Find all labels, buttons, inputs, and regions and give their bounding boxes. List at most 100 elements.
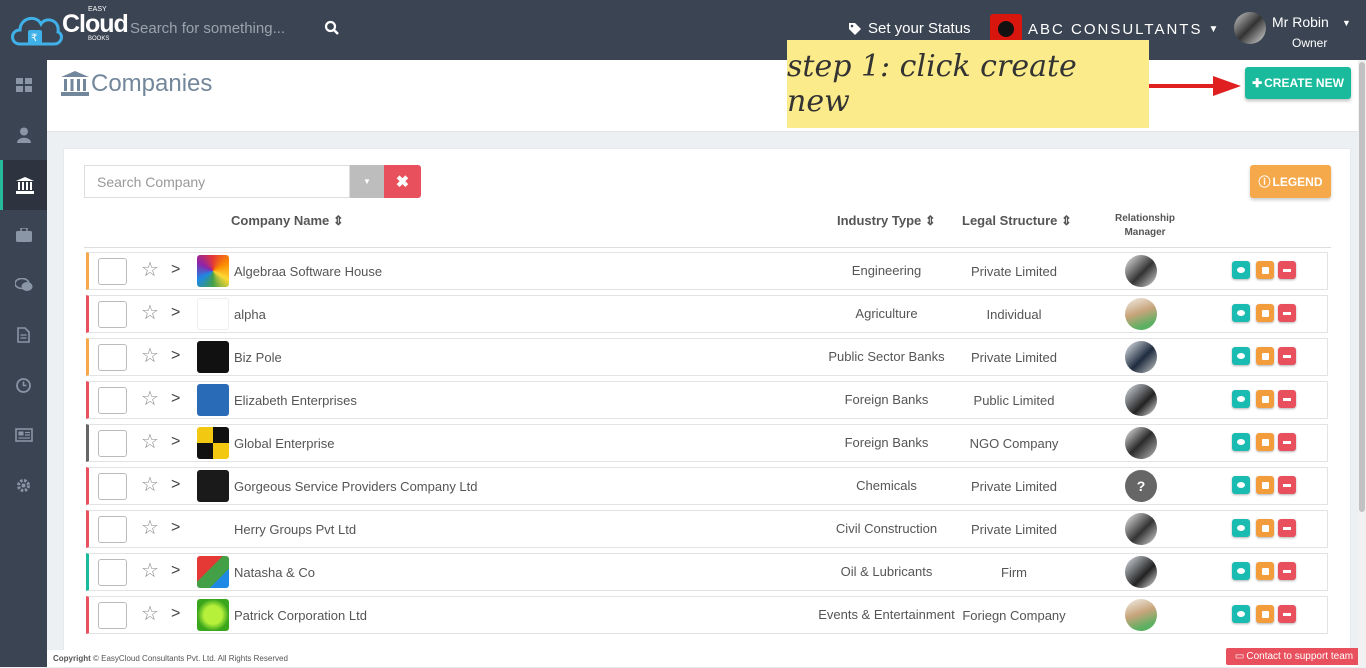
delete-button[interactable] — [1278, 605, 1296, 623]
expand-chevron-icon[interactable]: > — [171, 605, 180, 623]
scrollbar-thumb[interactable] — [1359, 62, 1365, 512]
sidebar-item-history[interactable] — [0, 360, 47, 410]
legend-button[interactable]: ⓘ LEGEND — [1250, 165, 1331, 198]
view-button[interactable] — [1232, 261, 1250, 279]
expand-chevron-icon[interactable]: > — [171, 519, 180, 537]
favorite-star-icon[interactable]: ☆ — [141, 389, 159, 409]
favorite-star-icon[interactable]: ☆ — [141, 303, 159, 323]
expand-chevron-icon[interactable]: > — [171, 304, 180, 322]
column-header-company[interactable]: Company Name ⇕ — [231, 213, 344, 229]
row-checkbox[interactable] — [98, 559, 127, 586]
edit-button[interactable] — [1256, 347, 1274, 365]
sidebar-item-chat[interactable] — [0, 260, 47, 310]
manager-avatar[interactable] — [1125, 599, 1157, 631]
company-name[interactable]: Algebraa Software House — [234, 264, 382, 279]
view-button[interactable] — [1232, 476, 1250, 494]
delete-button[interactable] — [1278, 562, 1296, 580]
clear-search-button[interactable]: ✖ — [384, 165, 421, 198]
delete-button[interactable] — [1278, 433, 1296, 451]
delete-button[interactable] — [1278, 476, 1296, 494]
favorite-star-icon[interactable]: ☆ — [141, 518, 159, 538]
edit-button[interactable] — [1256, 261, 1274, 279]
delete-button[interactable] — [1278, 261, 1296, 279]
view-button[interactable] — [1232, 304, 1250, 322]
page-scrollbar[interactable] — [1358, 60, 1366, 667]
company-name[interactable]: Patrick Corporation Ltd — [234, 608, 367, 623]
expand-chevron-icon[interactable]: > — [171, 562, 180, 580]
company-search-input[interactable]: Search Company — [84, 165, 350, 198]
sidebar-item-settings[interactable] — [0, 460, 47, 510]
table-row[interactable]: ☆ > Herry Groups Pvt Ltd Civil Construct… — [86, 510, 1328, 548]
company-name[interactable]: Gorgeous Service Providers Company Ltd — [234, 479, 478, 494]
row-checkbox[interactable] — [98, 602, 127, 629]
edit-button[interactable] — [1256, 562, 1274, 580]
contact-support-button[interactable]: ▭ Contact to support team — [1226, 648, 1362, 665]
expand-chevron-icon[interactable]: > — [171, 433, 180, 451]
delete-button[interactable] — [1278, 347, 1296, 365]
manager-unknown-avatar[interactable]: ? — [1125, 470, 1157, 502]
manager-avatar[interactable] — [1125, 556, 1157, 588]
search-filter-dropdown-button[interactable]: ▼ — [350, 165, 384, 198]
manager-avatar[interactable] — [1125, 384, 1157, 416]
set-status-link[interactable]: Set your Status — [848, 20, 971, 37]
table-row[interactable]: ☆ > alpha Agriculture Individual — [86, 295, 1328, 333]
column-header-industry[interactable]: Industry Type ⇕ — [837, 213, 936, 229]
view-button[interactable] — [1232, 519, 1250, 537]
edit-button[interactable] — [1256, 519, 1274, 537]
company-name[interactable]: Natasha & Co — [234, 565, 315, 580]
global-search-input[interactable]: Search for something... — [130, 20, 285, 37]
column-header-legal[interactable]: Legal Structure ⇕ — [962, 213, 1072, 229]
row-checkbox[interactable] — [98, 344, 127, 371]
row-checkbox[interactable] — [98, 387, 127, 414]
favorite-star-icon[interactable]: ☆ — [141, 604, 159, 624]
sidebar-item-jobs[interactable] — [0, 210, 47, 260]
manager-avatar[interactable] — [1125, 341, 1157, 373]
sidebar-item-documents[interactable] — [0, 310, 47, 360]
view-button[interactable] — [1232, 562, 1250, 580]
sidebar-item-users[interactable] — [0, 110, 47, 160]
table-row[interactable]: ☆ > Global Enterprise Foreign Banks NGO … — [86, 424, 1328, 462]
row-checkbox[interactable] — [98, 301, 127, 328]
manager-avatar[interactable] — [1125, 298, 1157, 330]
company-name[interactable]: Global Enterprise — [234, 436, 334, 451]
favorite-star-icon[interactable]: ☆ — [141, 561, 159, 581]
view-button[interactable] — [1232, 433, 1250, 451]
sidebar-item-dashboard[interactable] — [0, 60, 47, 110]
manager-avatar[interactable] — [1125, 427, 1157, 459]
expand-chevron-icon[interactable]: > — [171, 476, 180, 494]
favorite-star-icon[interactable]: ☆ — [141, 346, 159, 366]
manager-avatar[interactable] — [1125, 513, 1157, 545]
table-row[interactable]: ☆ > Algebraa Software House Engineering … — [86, 252, 1328, 290]
create-new-button[interactable]: ✚ CREATE NEW — [1245, 67, 1351, 99]
favorite-star-icon[interactable]: ☆ — [141, 475, 159, 495]
expand-chevron-icon[interactable]: > — [171, 347, 180, 365]
company-name[interactable]: Biz Pole — [234, 350, 282, 365]
edit-button[interactable] — [1256, 476, 1274, 494]
row-checkbox[interactable] — [98, 430, 127, 457]
edit-button[interactable] — [1256, 605, 1274, 623]
view-button[interactable] — [1232, 390, 1250, 408]
delete-button[interactable] — [1278, 304, 1296, 322]
edit-button[interactable] — [1256, 304, 1274, 322]
row-checkbox[interactable] — [98, 516, 127, 543]
expand-chevron-icon[interactable]: > — [171, 390, 180, 408]
edit-button[interactable] — [1256, 433, 1274, 451]
table-row[interactable]: ☆ > Patrick Corporation Ltd Events & Ent… — [86, 596, 1328, 634]
favorite-star-icon[interactable]: ☆ — [141, 432, 159, 452]
view-button[interactable] — [1232, 347, 1250, 365]
company-name[interactable]: Herry Groups Pvt Ltd — [234, 522, 356, 537]
company-name[interactable]: alpha — [234, 307, 266, 322]
table-row[interactable]: ☆ > Gorgeous Service Providers Company L… — [86, 467, 1328, 505]
sidebar-item-news[interactable] — [0, 410, 47, 460]
expand-chevron-icon[interactable]: > — [171, 261, 180, 279]
sidebar-item-companies[interactable] — [0, 160, 47, 210]
row-checkbox[interactable] — [98, 258, 127, 285]
delete-button[interactable] — [1278, 390, 1296, 408]
easycloud-logo[interactable]: ₹ EASY Cloud BOOKS — [8, 4, 129, 52]
favorite-star-icon[interactable]: ☆ — [141, 260, 159, 280]
delete-button[interactable] — [1278, 519, 1296, 537]
search-icon[interactable] — [324, 20, 340, 36]
edit-button[interactable] — [1256, 390, 1274, 408]
table-row[interactable]: ☆ > Natasha & Co Oil & Lubricants Firm — [86, 553, 1328, 591]
table-row[interactable]: ☆ > Elizabeth Enterprises Foreign Banks … — [86, 381, 1328, 419]
